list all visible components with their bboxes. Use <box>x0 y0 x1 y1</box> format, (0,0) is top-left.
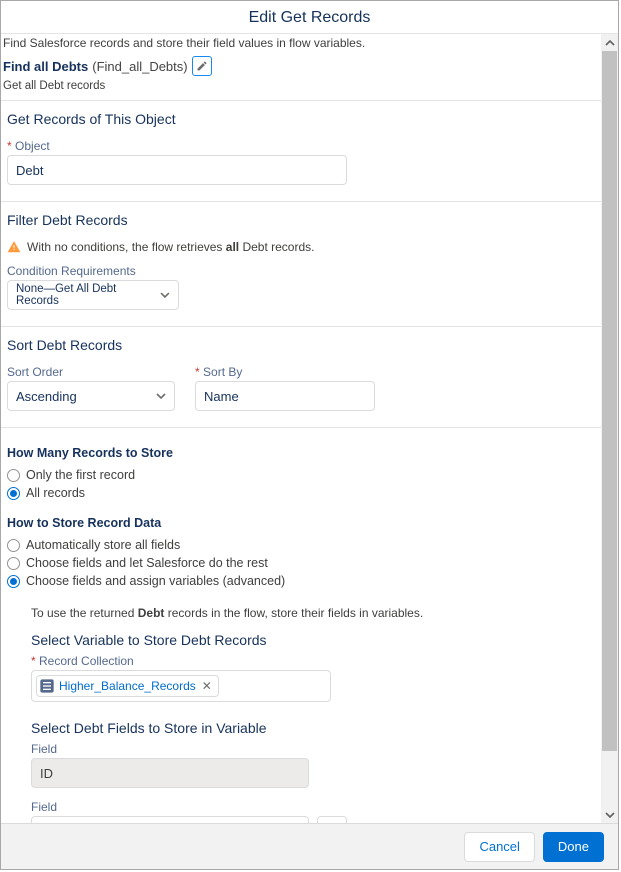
field-label: Field <box>31 742 597 756</box>
element-label: Find all Debts <box>3 59 88 74</box>
section-object: Get Records of This Object * Object Debt <box>1 100 603 201</box>
condition-req-label: Condition Requirements <box>7 264 597 278</box>
select-fields-title: Select Debt Fields to Store in Variable <box>31 720 597 736</box>
filter-warning: With no conditions, the flow retrieves a… <box>7 240 597 254</box>
scroll-down-button[interactable] <box>601 806 618 823</box>
radio-icon <box>7 575 20 588</box>
radio-icon <box>7 487 20 500</box>
edit-label-button[interactable] <box>192 56 212 76</box>
sort-order-label: Sort Order <box>7 365 175 379</box>
record-collection-pill: Higher_Balance_Records ✕ <box>36 675 219 697</box>
radio-auto-store[interactable]: Automatically store all fields <box>7 536 597 554</box>
how-many-group: Only the first record All records <box>7 464 597 508</box>
modal-footer: Cancel Done <box>1 823 618 869</box>
store-details: To use the returned Debt records in the … <box>7 596 597 823</box>
chevron-down-icon <box>160 290 170 300</box>
record-collection-input[interactable]: Higher_Balance_Records ✕ <box>31 670 331 702</box>
collection-icon <box>39 678 55 694</box>
chevron-down-icon <box>605 810 615 820</box>
how-store-group: Automatically store all fields Choose fi… <box>7 534 597 596</box>
section-sort-title: Sort Debt Records <box>7 337 597 353</box>
modal-body: Find Salesforce records and store their … <box>1 34 618 823</box>
section-filter: Filter Debt Records With no conditions, … <box>1 201 603 326</box>
sort-by-input[interactable]: Name <box>195 381 375 411</box>
element-header: Find all Debts (Find_all_Debts) <box>1 54 603 78</box>
cancel-button[interactable]: Cancel <box>464 832 534 862</box>
select-variable-title: Select Variable to Store Debt Records <box>31 632 597 648</box>
field-input-highest-balance[interactable]: Highest_Balance__c <box>31 816 309 823</box>
how-store-title: How to Store Record Data <box>7 516 597 530</box>
section-object-title: Get Records of This Object <box>7 111 597 127</box>
chevron-up-icon <box>605 38 615 48</box>
sort-by-label: * Sort By <box>195 365 375 379</box>
store-helper: To use the returned Debt records in the … <box>31 596 597 632</box>
field-block-1: Field Highest_Balance__c <box>31 800 597 823</box>
modal-title: Edit Get Records <box>1 1 618 34</box>
scroll-up-button[interactable] <box>601 34 618 51</box>
section-filter-title: Filter Debt Records <box>7 212 597 228</box>
scroll-thumb[interactable] <box>602 51 617 751</box>
delete-field-button[interactable] <box>317 816 347 823</box>
radio-choose-assign[interactable]: Choose fields and assign variables (adva… <box>7 572 597 590</box>
field-label: Field <box>31 800 597 814</box>
chevron-down-icon <box>156 391 166 401</box>
condition-req-select[interactable]: None—Get All Debt Records <box>7 280 179 310</box>
radio-icon <box>7 539 20 552</box>
radio-icon <box>7 557 20 570</box>
object-field-label: * Object <box>7 139 597 153</box>
field-block-0: Field ID <box>31 742 597 788</box>
done-button[interactable]: Done <box>543 832 604 862</box>
radio-icon <box>7 469 20 482</box>
object-input[interactable]: Debt <box>7 155 347 185</box>
section-store: How Many Records to Store Only the first… <box>1 427 603 823</box>
warning-icon <box>7 240 21 254</box>
field-input-id: ID <box>31 758 309 788</box>
how-many-title: How Many Records to Store <box>7 446 597 460</box>
scrollbar[interactable] <box>601 34 618 823</box>
element-api-name: (Find_all_Debts) <box>92 59 187 74</box>
pencil-icon <box>196 60 208 72</box>
remove-pill-button[interactable]: ✕ <box>200 679 214 693</box>
sort-order-select[interactable]: Ascending <box>7 381 175 411</box>
intro-text: Find Salesforce records and store their … <box>1 34 603 54</box>
record-collection-label: * Record Collection <box>31 654 597 668</box>
radio-first-record[interactable]: Only the first record <box>7 466 597 484</box>
section-sort: Sort Debt Records Sort Order Ascending *… <box>1 326 603 427</box>
scroll-content: Find Salesforce records and store their … <box>1 34 603 823</box>
radio-all-records[interactable]: All records <box>7 484 597 502</box>
radio-choose-fields[interactable]: Choose fields and let Salesforce do the … <box>7 554 597 572</box>
edit-get-records-modal: Edit Get Records Find Salesforce records… <box>0 0 619 870</box>
element-caption: Get all Debt records <box>1 78 603 100</box>
